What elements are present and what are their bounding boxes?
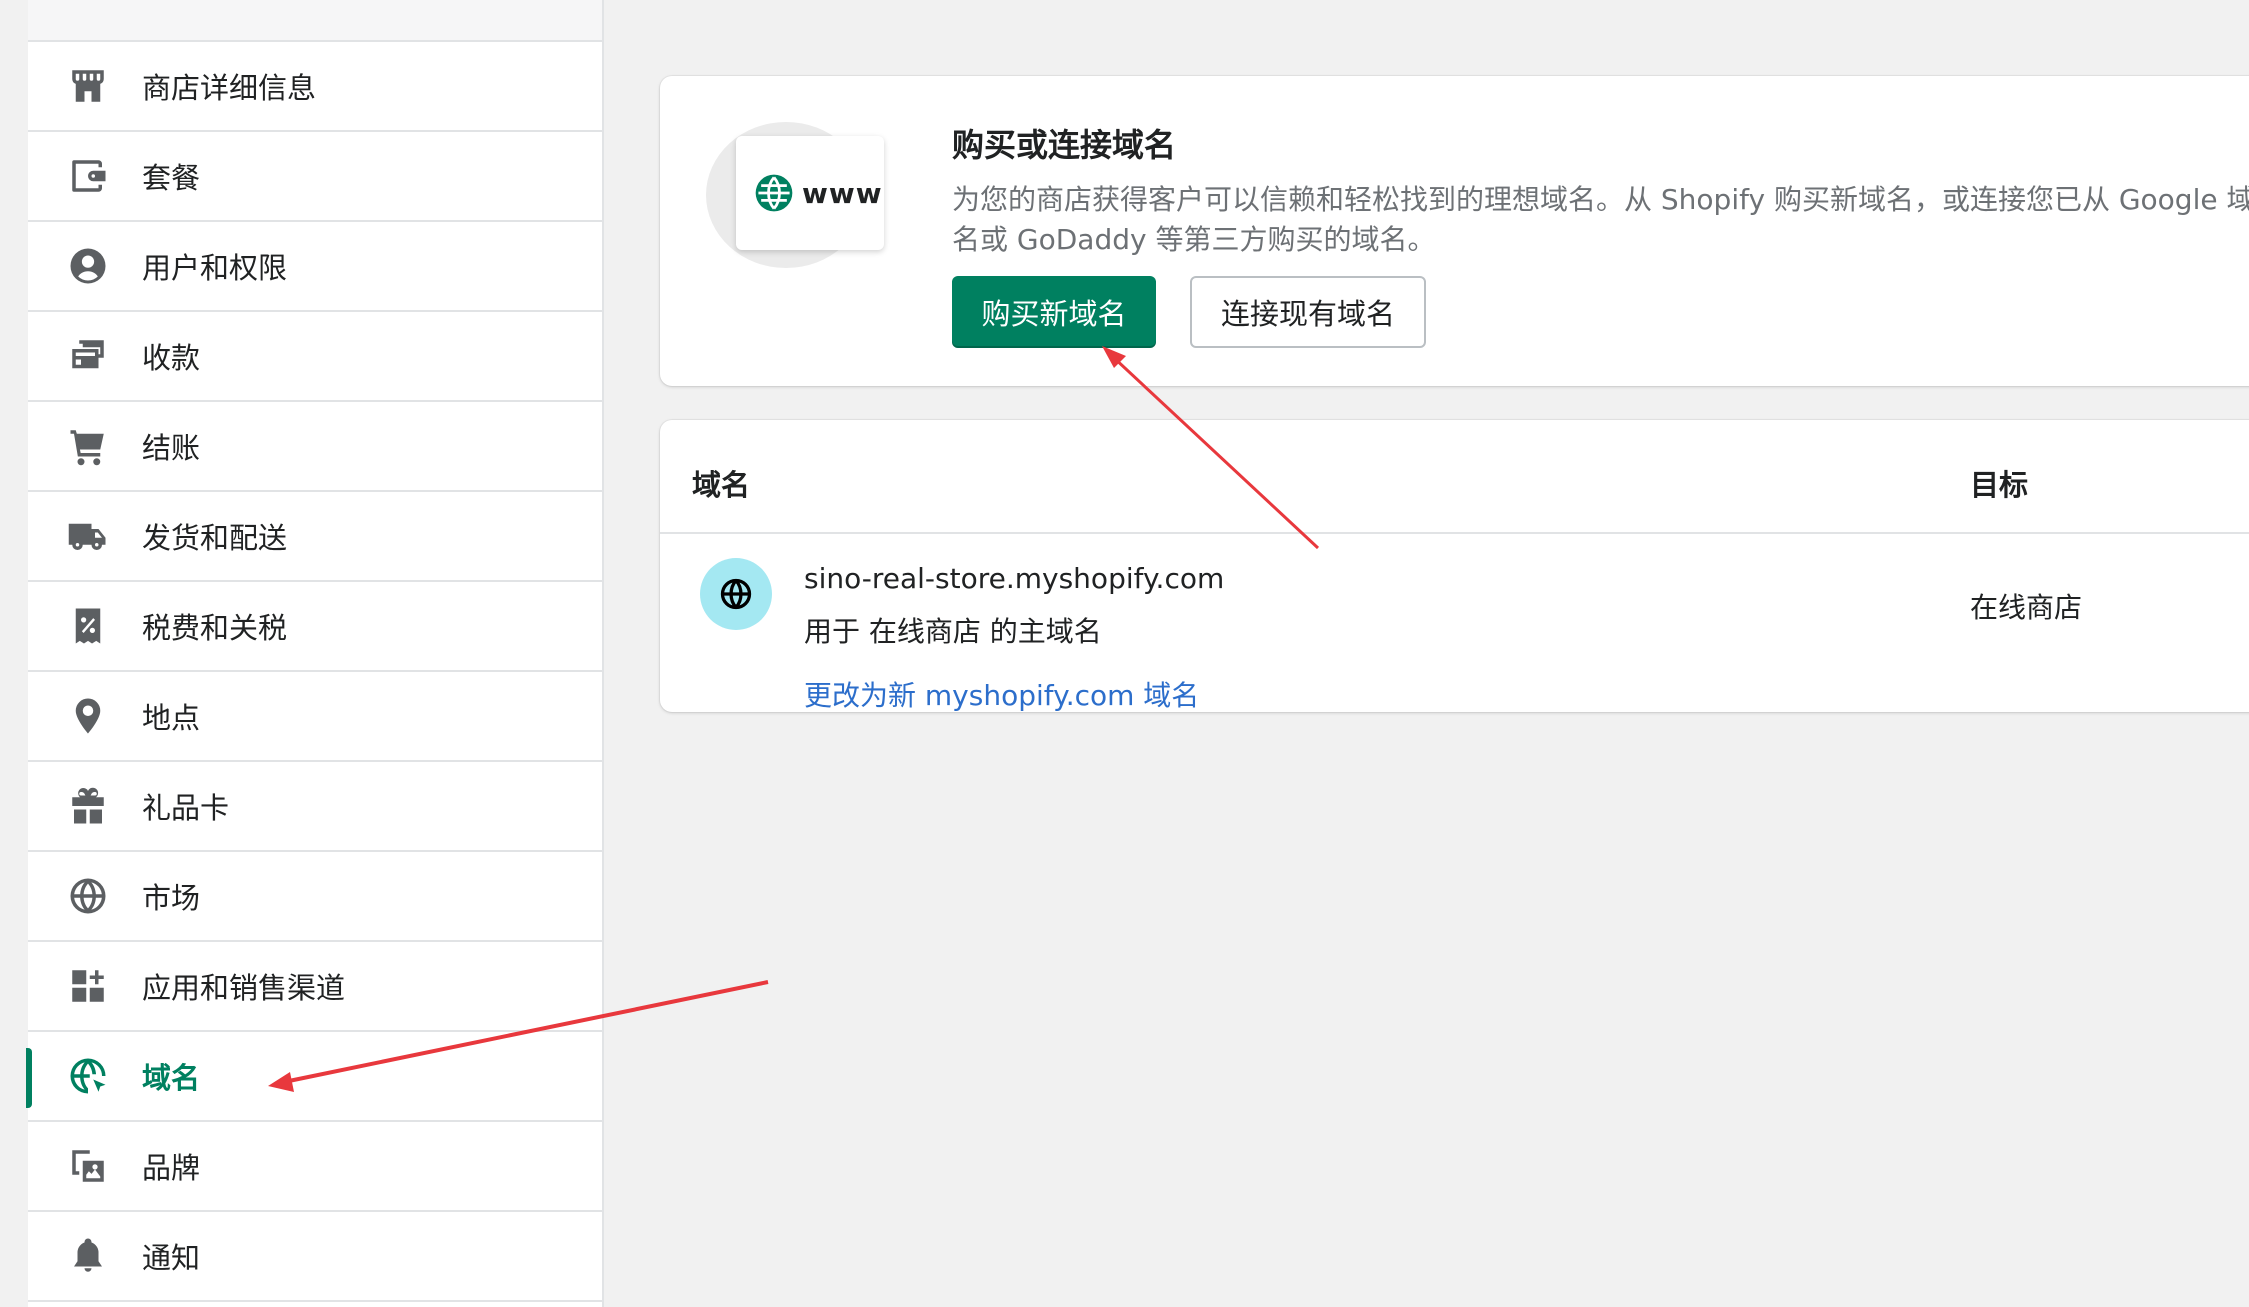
- www-label: www: [802, 176, 883, 210]
- sidebar-item-shipping[interactable]: 发货和配送: [28, 492, 602, 582]
- sidebar-item-taxes[interactable]: 税费和关税: [28, 582, 602, 672]
- user-icon: [66, 244, 110, 288]
- sidebar-item-apps-channels[interactable]: 应用和销售渠道: [28, 942, 602, 1032]
- location-icon: [66, 694, 110, 738]
- sidebar-item-label: 用户和权限: [142, 251, 288, 285]
- sidebar-item-store-details[interactable]: 商店详细信息: [28, 42, 602, 132]
- column-header-domain: 域名: [692, 468, 751, 502]
- sidebar-item-label: 商店详细信息: [142, 71, 317, 105]
- tax-icon: [66, 604, 110, 648]
- sidebar-item-users[interactable]: 用户和权限: [28, 222, 602, 312]
- globe-icon: [66, 874, 110, 918]
- cart-icon: [66, 424, 110, 468]
- domain-globe-icon: [66, 1054, 110, 1098]
- sidebar-item-plan[interactable]: 套餐: [28, 132, 602, 222]
- buy-new-domain-button[interactable]: 购买新域名: [952, 276, 1156, 348]
- sidebar-item-gift-cards[interactable]: 礼品卡: [28, 762, 602, 852]
- sidebar-item-label: 品牌: [142, 1151, 201, 1185]
- sidebar-item-label: 地点: [142, 701, 201, 735]
- sidebar-item-brand[interactable]: 品牌: [28, 1122, 602, 1212]
- www-illustration-box: www: [736, 136, 884, 250]
- bell-icon: [66, 1234, 110, 1278]
- sidebar-item-label: 收款: [142, 341, 201, 375]
- sidebar-item-payments[interactable]: 收款: [28, 312, 602, 402]
- www-globe-icon: [755, 174, 793, 212]
- truck-icon: [66, 514, 110, 558]
- sidebar-header: [28, 0, 602, 42]
- domain-target: 在线商店: [1970, 591, 2083, 624]
- apps-icon: [66, 964, 110, 1008]
- gift-icon: [66, 784, 110, 828]
- sidebar-item-label: 域名: [142, 1061, 201, 1095]
- sidebar-item-label: 结账: [142, 431, 201, 465]
- settings-page: 商店详细信息 套餐 用户和权限 收款 结账 发货和配送 税费和关税 地点 礼品卡…: [0, 0, 2249, 1307]
- sidebar-item-checkout[interactable]: 结账: [28, 402, 602, 492]
- sidebar-item-label: 套餐: [142, 161, 201, 195]
- brand-icon: [66, 1144, 110, 1188]
- sidebar-item-locations[interactable]: 地点: [28, 672, 602, 762]
- buy-domain-title: 购买或连接域名: [952, 126, 1177, 164]
- wallet-icon: [66, 154, 110, 198]
- globe-icon: [720, 578, 752, 610]
- sidebar-item-label: 税费和关税: [142, 611, 288, 645]
- sidebar-item-notifications[interactable]: 通知: [28, 1212, 602, 1302]
- store-icon: [66, 64, 110, 108]
- domain-avatar: [700, 558, 772, 630]
- domain-usage: 用于 在线商店 的主域名: [804, 615, 1102, 648]
- sidebar-item-label: 通知: [142, 1241, 201, 1275]
- sidebar-item-label: 应用和销售渠道: [142, 971, 346, 1005]
- domain-name: sino-real-store.myshopify.com: [804, 562, 1225, 595]
- column-header-target: 目标: [1970, 468, 2029, 502]
- settings-sidebar: 商店详细信息 套餐 用户和权限 收款 结账 发货和配送 税费和关税 地点 礼品卡…: [26, 0, 604, 1307]
- connect-existing-domain-button[interactable]: 连接现有域名: [1190, 276, 1426, 348]
- table-header-divider: [660, 532, 2249, 534]
- sidebar-item-domains[interactable]: 域名: [26, 1032, 602, 1122]
- change-myshopify-domain-link[interactable]: 更改为新 myshopify.com 域名: [804, 674, 1199, 714]
- payments-icon: [66, 334, 110, 378]
- buy-domain-card: www 购买或连接域名 为您的商店获得客户可以信赖和轻松找到的理想域名。从 Sh…: [660, 76, 2249, 386]
- domains-table-card: 域名 目标 sino-real-store.myshopify.com 用于 在…: [660, 420, 2249, 712]
- sidebar-item-markets[interactable]: 市场: [28, 852, 602, 942]
- sidebar-item-label: 市场: [142, 881, 201, 915]
- sidebar-item-label: 礼品卡: [142, 791, 230, 825]
- sidebar-item-label: 发货和配送: [142, 521, 288, 555]
- buy-domain-description: 为您的商店获得客户可以信赖和轻松找到的理想域名。从 Shopify 购买新域名，…: [952, 183, 2249, 256]
